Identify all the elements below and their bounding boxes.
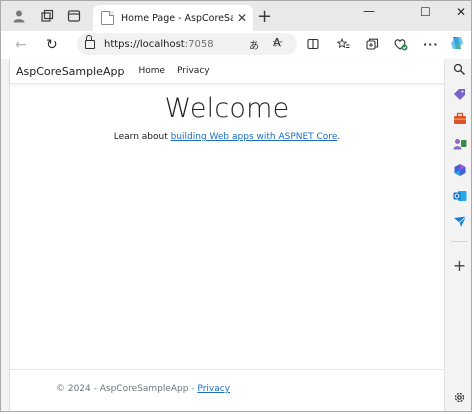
add-icon[interactable]: + [452, 256, 467, 275]
learn-prefix: Learn about [113, 132, 171, 142]
footer-copyright: © 2024 - AspCoreSampleApp - [56, 384, 198, 394]
site-footer: © 2024 - AspCoreSampleApp - Privacy [56, 384, 230, 394]
page-favicon-icon [101, 11, 114, 25]
shopping-icon[interactable] [452, 87, 467, 102]
split-screen-icon[interactable] [307, 38, 319, 53]
send-icon[interactable] [452, 214, 467, 229]
tab-actions-icon[interactable] [66, 8, 82, 24]
nav-link-home[interactable]: Home [138, 66, 165, 76]
minimize-button[interactable]: — [363, 4, 375, 18]
tools-icon[interactable] [452, 111, 467, 126]
page-title: Welcome [164, 93, 290, 124]
outlook-icon[interactable] [452, 188, 467, 203]
learn-suffix: . [337, 132, 341, 142]
site-brand-link[interactable]: AspCoreSampleApp [16, 65, 124, 78]
star-icon[interactable]: ☆ [272, 36, 284, 51]
collections-icon[interactable] [366, 38, 379, 53]
refresh-icon[interactable]: ↻ [46, 37, 58, 53]
tab-title: Home Page - AspCoreSampleApp [121, 12, 233, 24]
search-icon[interactable] [452, 62, 467, 77]
microsoft365-icon[interactable] [452, 162, 467, 177]
site-navbar: AspCoreSampleApp Home Privacy [10, 59, 444, 84]
settings-icon[interactable] [452, 390, 467, 405]
sidebar-divider [451, 241, 468, 242]
web-page: AspCoreSampleApp Home Privacy Welcome Le… [9, 59, 444, 411]
nav-link-privacy[interactable]: Privacy [177, 66, 210, 76]
close-tab-icon[interactable]: ✕ [237, 11, 247, 25]
maximize-button[interactable]: ☐ [420, 5, 431, 19]
aspnet-core-link[interactable]: building Web apps with ASPNET Core [171, 132, 338, 142]
browser-window: Home Page - AspCoreSampleApp ✕ + — ☐ ✕ ←… [0, 0, 472, 412]
heart-icon[interactable] [394, 38, 408, 54]
games-icon[interactable] [452, 136, 467, 151]
browser-tab-active[interactable]: Home Page - AspCoreSampleApp ✕ [93, 5, 253, 31]
translate-icon[interactable]: あ [249, 37, 259, 52]
edge-sidebar: + [444, 59, 471, 411]
url-text[interactable]: https://localhost:7058 [104, 39, 214, 50]
favorites-icon[interactable] [336, 37, 350, 53]
lock-icon[interactable] [85, 34, 95, 49]
close-window-button[interactable]: ✕ [456, 5, 466, 19]
more-icon[interactable]: ··· [423, 38, 439, 51]
workspaces-icon[interactable] [39, 8, 55, 24]
address-bar[interactable]: https://localhost:7058 あ A [77, 33, 297, 55]
back-icon[interactable]: ← [15, 37, 27, 53]
address-toolbar: ← ↻ https://localhost:7058 あ A ☆ ··· [1, 31, 471, 59]
learn-about-text: Learn about building Web apps with ASPNE… [10, 132, 444, 142]
profile-icon[interactable] [11, 8, 27, 24]
title-bar: Home Page - AspCoreSampleApp ✕ + — ☐ ✕ [1, 1, 471, 31]
new-tab-button[interactable]: + [257, 6, 272, 27]
copilot-icon[interactable] [449, 35, 465, 54]
footer-divider [10, 369, 444, 370]
footer-privacy-link[interactable]: Privacy [197, 384, 230, 394]
